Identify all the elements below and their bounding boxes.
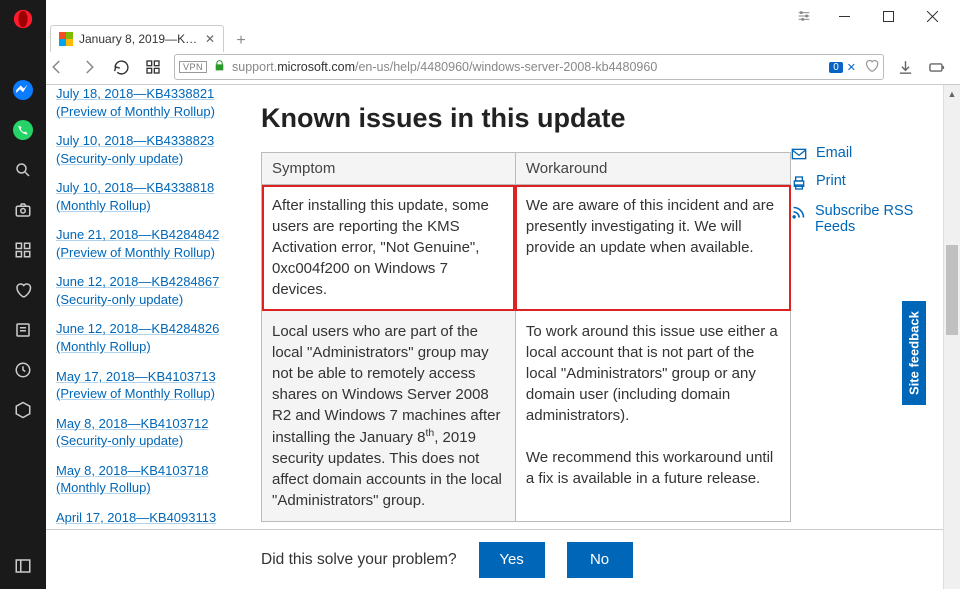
- adblock-badge[interactable]: 0✕: [829, 58, 879, 76]
- scroll-thumb[interactable]: [946, 245, 958, 335]
- print-action[interactable]: Print: [791, 173, 921, 191]
- cell-workaround: We are aware of this incident and are pr…: [515, 185, 790, 311]
- email-action[interactable]: Email: [791, 145, 921, 161]
- forward-button[interactable]: [78, 56, 100, 78]
- messenger-icon[interactable]: [12, 79, 34, 101]
- table-row-highlight: After installing this update, some users…: [262, 185, 791, 311]
- news-icon[interactable]: [12, 319, 34, 341]
- tiles-button[interactable]: [142, 56, 164, 78]
- cell-symptom: After installing this update, some users…: [262, 185, 516, 311]
- feedback-yes-button[interactable]: Yes: [479, 542, 545, 578]
- rss-icon: [791, 205, 806, 220]
- camera-icon[interactable]: [12, 199, 34, 221]
- reload-button[interactable]: [110, 56, 132, 78]
- battery-icon[interactable]: [926, 59, 948, 76]
- kb-link[interactable]: May 8, 2018—KB4103718 (Monthly Rollup): [56, 462, 251, 497]
- back-button[interactable]: [46, 56, 68, 78]
- tab-strip: January 8, 2019—KB44809 ✕ +: [46, 24, 960, 52]
- viewport: July 18, 2018—KB4338821 (Preview of Mont…: [46, 84, 960, 589]
- cell-symptom: Local users who are part of the local "A…: [262, 311, 516, 522]
- whatsapp-icon[interactable]: [12, 119, 34, 141]
- rss-action[interactable]: Subscribe RSS Feeds: [791, 203, 921, 235]
- extensions-icon[interactable]: [12, 399, 34, 421]
- kb-link[interactable]: June 12, 2018—KB4284826 (Monthly Rollup): [56, 320, 251, 355]
- url-text: support.microsoft.com/en-us/help/4480960…: [232, 60, 657, 74]
- lock-icon[interactable]: [213, 59, 226, 75]
- kb-link[interactable]: July 10, 2018—KB4338823 (Security-only u…: [56, 132, 251, 167]
- kb-link[interactable]: June 21, 2018—KB4284842 (Preview of Mont…: [56, 226, 251, 261]
- main-content: Known issues in this update Symptom Work…: [261, 103, 791, 522]
- toolbar: VPN support.microsoft.com/en-us/help/448…: [46, 52, 948, 82]
- page-actions: Email Print Subscribe RSS Feeds: [791, 145, 921, 247]
- kb-link-list: July 18, 2018—KB4338821 (Preview of Mont…: [56, 85, 251, 589]
- page-heading: Known issues in this update: [261, 103, 791, 134]
- page: July 18, 2018—KB4338821 (Preview of Mont…: [46, 85, 943, 589]
- cell-workaround: To work around this issue use either a l…: [515, 311, 790, 522]
- feedback-question: Did this solve your problem?: [261, 551, 457, 569]
- kb-link[interactable]: July 10, 2018—KB4338818 (Monthly Rollup): [56, 179, 251, 214]
- col-symptom: Symptom: [262, 153, 516, 185]
- print-icon: [791, 175, 807, 191]
- new-tab-button[interactable]: +: [230, 30, 252, 52]
- heart-icon[interactable]: [12, 279, 34, 301]
- opera-sidebar: [0, 0, 46, 589]
- mail-icon: [791, 147, 807, 161]
- feedback-no-button[interactable]: No: [567, 542, 633, 578]
- tab-active[interactable]: January 8, 2019—KB44809 ✕: [50, 25, 224, 52]
- opera-logo-icon: [12, 8, 34, 30]
- scroll-up-icon[interactable]: ▲: [944, 85, 960, 102]
- kb-link[interactable]: May 17, 2018—KB4103713 (Preview of Month…: [56, 368, 251, 403]
- kb-link[interactable]: May 8, 2018—KB4103712 (Security-only upd…: [56, 415, 251, 450]
- address-bar[interactable]: VPN support.microsoft.com/en-us/help/448…: [174, 54, 884, 80]
- kb-link[interactable]: June 12, 2018—KB4284867 (Security-only u…: [56, 273, 251, 308]
- history-icon[interactable]: [12, 359, 34, 381]
- tab-close-icon[interactable]: ✕: [205, 32, 215, 46]
- site-feedback-tab[interactable]: Site feedback: [902, 301, 926, 405]
- search-icon[interactable]: [12, 159, 34, 181]
- sidebar-toggle-icon[interactable]: [12, 555, 34, 577]
- scrollbar[interactable]: ▲: [943, 85, 960, 589]
- table-row: Local users who are part of the local "A…: [262, 311, 791, 522]
- favicon-ms-icon: [59, 32, 73, 46]
- vpn-badge[interactable]: VPN: [179, 61, 207, 73]
- downloads-icon[interactable]: [894, 59, 916, 76]
- bookmark-heart-icon[interactable]: [864, 58, 879, 76]
- feedback-bar: Did this solve your problem? Yes No: [46, 529, 943, 589]
- tab-title: January 8, 2019—KB44809: [79, 32, 199, 46]
- issues-table: Symptom Workaround After installing this…: [261, 152, 791, 522]
- kb-link[interactable]: July 18, 2018—KB4338821 (Preview of Mont…: [56, 85, 251, 120]
- speeddial-icon[interactable]: [12, 239, 34, 261]
- col-workaround: Workaround: [515, 153, 790, 185]
